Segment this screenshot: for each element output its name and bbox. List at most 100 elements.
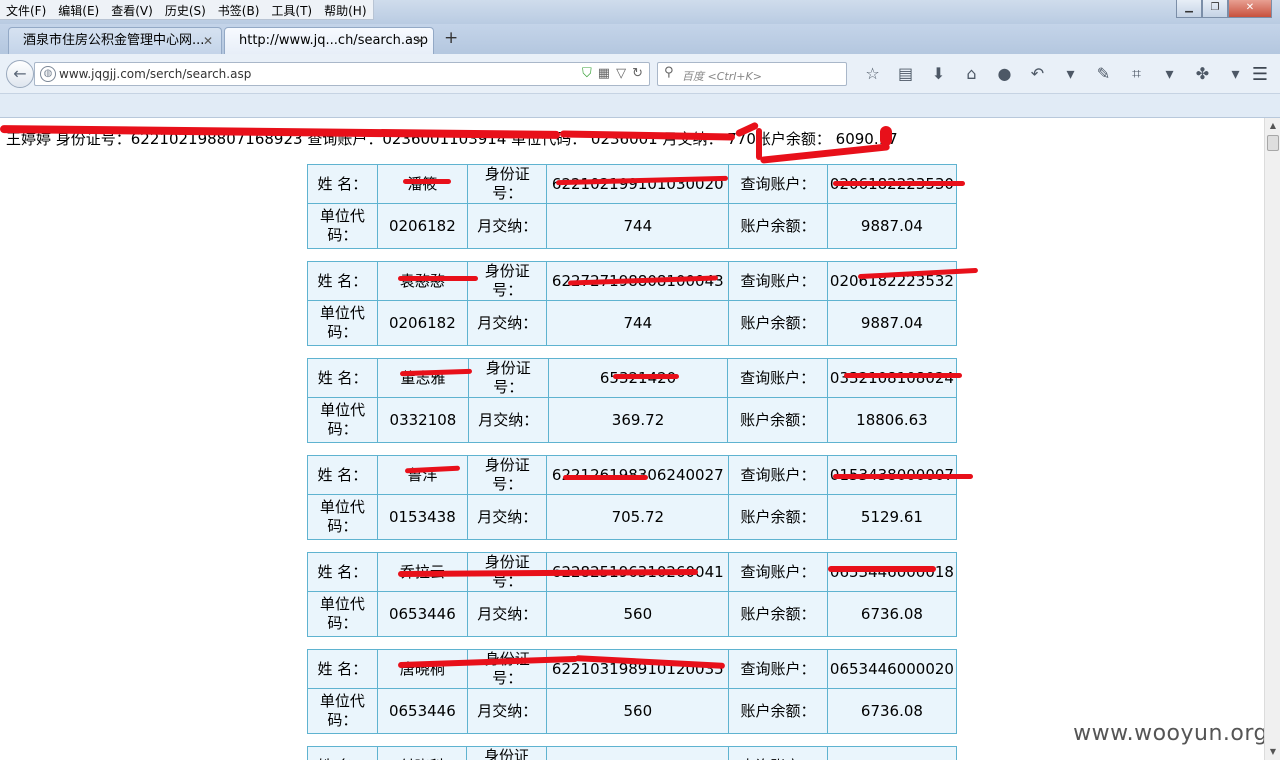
chevron-down-icon[interactable]: ▾ [1054, 63, 1087, 85]
balance-label: 账户余额： [728, 688, 828, 734]
name-label: 姓 名： [306, 746, 379, 760]
name-label: 姓 名： [307, 455, 378, 495]
maximize-button[interactable]: ❐ [1202, 0, 1228, 18]
unit-code-label: 单位代码： [306, 397, 379, 443]
close-window-button[interactable]: ✕ [1228, 0, 1272, 18]
close-tab-icon[interactable]: ✕ [203, 28, 213, 54]
menu-help[interactable]: 帮助(H) [318, 0, 372, 19]
toolbar-icons: ☆ ▤ ⬇ ⌂ ● ↶ ▾ ✎ ⌗ ▾ ✤ ▾ [856, 63, 1252, 85]
unit-code-value: 0206182 [376, 300, 469, 346]
reload-icon[interactable]: ↻ [632, 66, 643, 81]
id-label: 身份证号： [467, 455, 548, 495]
record-table-7: 姓 名： 付晓科 身份证号： 622103198108025020 查询账户： … [306, 746, 958, 760]
menu-history[interactable]: 历史(S) [159, 0, 212, 19]
menu-tools[interactable]: 工具(T) [265, 0, 318, 19]
id-label: 身份证号： [467, 261, 548, 301]
id-value: 65321420 [547, 358, 729, 398]
download-icon[interactable]: ⬇ [922, 63, 955, 85]
scrollbar-thumb[interactable] [1267, 135, 1279, 151]
record-table-4: 姓 名： 鲁洋 身份证号： 622126198306240027 查询账户： 0… [307, 455, 958, 540]
unit-code-value: 0653446 [376, 591, 469, 637]
chevron-down-icon[interactable]: ▾ [1153, 63, 1186, 85]
window-titlebar: 文件(F) 编辑(E) 查看(V) 历史(S) 书签(B) 工具(T) 帮助(H… [0, 0, 1280, 24]
search-placeholder: 百度 <Ctrl+K> [682, 70, 762, 83]
url-bar[interactable]: ◍ www.jqgjj.com/serch/search.asp ⛉ ▦ ▽ ↻ [34, 62, 650, 86]
menu-view[interactable]: 查看(V) [105, 0, 159, 19]
home-icon[interactable]: ⌂ [955, 63, 988, 85]
account-value: 0206182223530 [826, 164, 958, 204]
page-content: 王婷婷 身份证号：622102198807168923 查询账户：0236001… [0, 118, 1264, 760]
monthly-value: 705.72 [546, 494, 730, 540]
close-tab-icon[interactable]: ✕ [415, 28, 425, 54]
id-value: 622103198108025020 [545, 746, 729, 760]
account-value: 0610046010030 [826, 746, 958, 760]
speech-bubble-icon[interactable]: ✎ [1087, 63, 1120, 85]
unit-code-label: 单位代码： [307, 300, 378, 346]
menu-file[interactable]: 文件(F) [0, 0, 52, 19]
extension-icon[interactable]: ✤ [1186, 63, 1219, 85]
name-label: 姓 名： [307, 164, 378, 204]
account-label: 查询账户： [728, 649, 828, 689]
balance-value: 18806.63 [826, 397, 958, 443]
dropdown-arrow-icon[interactable]: ▽ [616, 66, 626, 81]
name-value: 唐晓桐 [376, 649, 469, 689]
hamburger-menu-icon[interactable]: ☰ [1252, 64, 1268, 85]
menu-bookmarks[interactable]: 书签(B) [212, 0, 266, 19]
account-value: 0653446000020 [826, 649, 958, 689]
chat-icon[interactable]: ● [988, 63, 1021, 85]
account-value: 0206182223532 [826, 261, 958, 301]
balance-value: 5129.61 [826, 494, 958, 540]
new-tab-button[interactable]: + [444, 28, 458, 48]
id-label: 身份证号： [467, 358, 549, 398]
shield-icon[interactable]: ⛉ [582, 66, 592, 81]
unit-code-value: 0206182 [376, 203, 469, 249]
name-value: 乔拉云 [376, 552, 469, 592]
name-value: 潘筱 [376, 164, 469, 204]
record-table-6: 姓 名： 唐晓桐 身份证号： 622103198910120035 查询账户： … [307, 649, 958, 734]
id-label: 身份证号： [466, 746, 547, 760]
id-label: 身份证号： [467, 552, 548, 592]
record-table-1: 姓 名： 潘筱 身份证号： 622102199101030020 查询账户： 0… [307, 164, 958, 249]
account-label: 查询账户： [727, 746, 828, 760]
tab-title: http://www.jq...ch/search.asp [239, 33, 428, 48]
qrcode-icon[interactable]: ▦ [598, 66, 610, 81]
reading-list-icon[interactable]: ▤ [889, 63, 922, 85]
minimize-button[interactable]: ▁ [1176, 0, 1202, 18]
monthly-label: 月交纳： [467, 591, 548, 637]
balance-value: 6736.08 [826, 591, 958, 637]
summary-line: 王婷婷 身份证号：622102198807168923 查询账户：0236001… [6, 130, 898, 148]
account-value: 0153438000007 [826, 455, 958, 495]
record-table-2: 姓 名： 袁憨憨 身份证号： 622727198808100043 查询账户： … [307, 261, 958, 346]
id-value: 622825196310260041 [546, 552, 730, 592]
id-value: 622126198306240027 [546, 455, 730, 495]
undo-icon[interactable]: ↶ [1021, 63, 1054, 85]
tab-strip: 酒泉市住房公积金管理中心网... ✕ http://www.jq...ch/se… [0, 24, 1280, 54]
account-label: 查询账户： [728, 164, 828, 204]
balance-label: 账户余额： [728, 203, 828, 249]
url-text[interactable]: www.jqgjj.com/serch/search.asp [59, 67, 251, 81]
tab-jqgjj-home[interactable]: 酒泉市住房公积金管理中心网... ✕ [8, 27, 222, 54]
unit-code-label: 单位代码： [307, 591, 378, 637]
unit-code-value: 0653446 [376, 688, 469, 734]
id-value: 622727198808100043 [546, 261, 730, 301]
tab-title: 酒泉市住房公积金管理中心网... [23, 33, 205, 48]
search-bar[interactable]: ⚲ 百度 <Ctrl+K> [657, 62, 847, 86]
scroll-up-icon[interactable]: ▲ [1265, 118, 1280, 134]
monthly-label: 月交纳： [467, 688, 548, 734]
back-button[interactable]: ← [6, 60, 34, 88]
search-icon: ⚲ [664, 65, 674, 80]
tab-search-asp[interactable]: http://www.jq...ch/search.asp ✕ [224, 27, 434, 54]
unit-code-value: 0332108 [377, 397, 469, 443]
crop-icon[interactable]: ⌗ [1120, 63, 1153, 85]
balance-value: 9887.04 [826, 203, 958, 249]
scroll-down-icon[interactable]: ▼ [1265, 744, 1280, 760]
vertical-scrollbar[interactable]: ▲ ▼ [1264, 118, 1280, 760]
menu-edit[interactable]: 编辑(E) [52, 0, 105, 19]
unit-code-label: 单位代码： [307, 688, 378, 734]
balance-label: 账户余额： [728, 591, 828, 637]
record-table-5: 姓 名： 乔拉云 身份证号： 622825196310260041 查询账户： … [307, 552, 958, 637]
chevron-down-icon[interactable]: ▾ [1219, 63, 1252, 85]
balance-value: 6736.08 [826, 688, 958, 734]
bookmark-star-icon[interactable]: ☆ [856, 63, 889, 85]
menu-bar: 文件(F) 编辑(E) 查看(V) 历史(S) 书签(B) 工具(T) 帮助(H… [0, 0, 374, 20]
